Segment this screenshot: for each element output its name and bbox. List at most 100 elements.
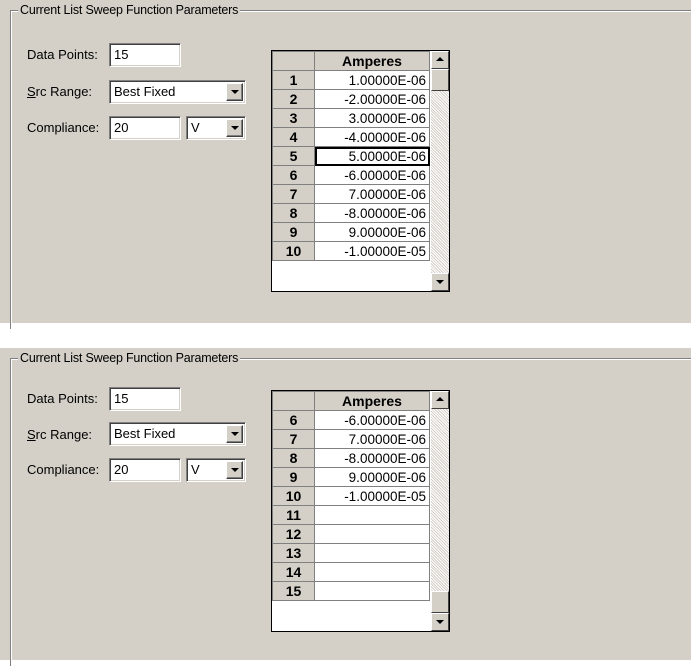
amperes-cell[interactable]: 7.00000E-06	[314, 184, 430, 204]
src-range-select[interactable]: Best Fixed	[109, 422, 246, 446]
amperes-table: Amperes 6 -6.00000E-06 7 7.00000E-06 8 -8.0…	[272, 391, 430, 601]
table-row[interactable]: 8 -8.00000E-06	[272, 448, 430, 468]
amperes-cell[interactable]	[314, 524, 430, 544]
row-header: 3	[272, 108, 315, 128]
amperes-cell[interactable]: -8.00000E-06	[314, 448, 430, 468]
data-points-input[interactable]: 15	[109, 387, 181, 411]
table-row[interactable]: 10 -1.00000E-05	[272, 241, 430, 261]
scroll-up-button[interactable]	[431, 391, 449, 409]
vertical-scrollbar[interactable]	[431, 391, 449, 631]
group-title: Current List Sweep Function Parameters	[18, 3, 241, 17]
data-points-label: Data Points:	[27, 391, 98, 406]
row-header: 10	[272, 486, 315, 506]
src-range-label: Src Range:	[27, 84, 93, 99]
amperes-cell[interactable]: 7.00000E-06	[314, 429, 430, 449]
row-header: 4	[272, 127, 315, 147]
table-row[interactable]: 7 7.00000E-06	[272, 184, 430, 204]
table-row[interactable]: 6 -6.00000E-06	[272, 410, 430, 430]
compliance-value: 20	[114, 120, 129, 135]
sweep-panel-top: Current List Sweep Function Parameters D…	[0, 0, 691, 329]
table-row[interactable]: 3 3.00000E-06	[272, 108, 430, 128]
row-header: 8	[272, 448, 315, 468]
amperes-cell[interactable]	[314, 581, 430, 601]
table-row[interactable]: 8 -8.00000E-06	[272, 203, 430, 223]
arrow-down-icon	[436, 620, 444, 624]
scroll-down-button[interactable]	[431, 273, 449, 291]
table-row[interactable]: 9 9.00000E-06	[272, 222, 430, 242]
compliance-label: Compliance:	[27, 120, 100, 135]
src-range-dropdown-button[interactable]	[226, 425, 243, 443]
table-row[interactable]: 2 -2.00000E-06	[272, 89, 430, 109]
table-row[interactable]: 7 7.00000E-06	[272, 429, 430, 449]
scrollbar-thumb[interactable]	[431, 591, 449, 613]
amperes-cell[interactable]: 3.00000E-06	[314, 108, 430, 128]
amperes-cell[interactable]: -4.00000E-06	[314, 127, 430, 147]
data-points-label: Data Points:	[27, 47, 98, 62]
amperes-column-header: Amperes	[314, 51, 430, 71]
amperes-cell[interactable]	[314, 543, 430, 563]
row-header: 10	[272, 241, 315, 261]
scroll-up-button[interactable]	[431, 51, 449, 69]
amperes-cell[interactable]	[314, 562, 430, 582]
table-row[interactable]: 4 -4.00000E-06	[272, 127, 430, 147]
table-row[interactable]: 11	[272, 505, 430, 525]
row-header: 1	[272, 70, 315, 90]
row-header: 6	[272, 410, 315, 430]
compliance-unit-dropdown-button[interactable]	[226, 119, 243, 137]
row-header: 9	[272, 467, 315, 487]
amperes-grid[interactable]: Amperes 1 1.00000E-06 2 -2.00000E-06 3 3.00…	[271, 50, 450, 292]
amperes-cell-selected[interactable]: 5.00000E-06	[314, 146, 430, 166]
amperes-cell[interactable]: 9.00000E-06	[314, 222, 430, 242]
amperes-cell[interactable]: -1.00000E-05	[314, 241, 430, 261]
src-range-value: Best Fixed	[114, 426, 176, 441]
group-title: Current List Sweep Function Parameters	[18, 351, 241, 365]
vertical-scrollbar[interactable]	[431, 51, 449, 291]
amperes-cell[interactable]: 9.00000E-06	[314, 467, 430, 487]
grid-corner	[272, 391, 315, 411]
amperes-table: Amperes 1 1.00000E-06 2 -2.00000E-06 3 3.00…	[272, 51, 430, 261]
table-row[interactable]: 9 9.00000E-06	[272, 467, 430, 487]
row-header: 2	[272, 89, 315, 109]
compliance-unit-select[interactable]: V	[186, 116, 246, 140]
table-row[interactable]: 15	[272, 581, 430, 601]
data-points-input[interactable]: 15	[109, 43, 181, 67]
compliance-input[interactable]: 20	[109, 116, 181, 140]
arrow-down-icon	[436, 280, 444, 284]
table-row[interactable]: 1 1.00000E-06	[272, 70, 430, 90]
row-header: 14	[272, 562, 315, 582]
amperes-cell[interactable]: -8.00000E-06	[314, 203, 430, 223]
table-row[interactable]: 6 -6.00000E-06	[272, 165, 430, 185]
amperes-cell[interactable]: -1.00000E-05	[314, 486, 430, 506]
compliance-unit-dropdown-button[interactable]	[226, 461, 243, 479]
sweep-panel-bottom: Current List Sweep Function Parameters D…	[0, 348, 691, 666]
scroll-down-button[interactable]	[431, 613, 449, 631]
scrollbar-thumb[interactable]	[431, 69, 449, 91]
row-header: 8	[272, 203, 315, 223]
amperes-grid[interactable]: Amperes 6 -6.00000E-06 7 7.00000E-06 8 -8.0…	[271, 390, 450, 632]
src-range-dropdown-button[interactable]	[226, 83, 243, 101]
src-range-select[interactable]: Best Fixed	[109, 80, 246, 104]
row-header: 12	[272, 524, 315, 544]
arrow-up-icon	[436, 397, 444, 401]
row-header: 6	[272, 165, 315, 185]
table-row[interactable]: 14	[272, 562, 430, 582]
table-row[interactable]: 12	[272, 524, 430, 544]
table-row[interactable]: 10 -1.00000E-05	[272, 486, 430, 506]
compliance-value: 20	[114, 462, 129, 477]
compliance-unit-select[interactable]: V	[186, 458, 246, 482]
chevron-down-icon	[231, 90, 239, 94]
row-header: 9	[272, 222, 315, 242]
grid-header-row: Amperes	[272, 51, 430, 71]
table-row[interactable]: 13	[272, 543, 430, 563]
table-row[interactable]: 5 5.00000E-06	[272, 146, 430, 166]
amperes-cell[interactable]: -6.00000E-06	[314, 165, 430, 185]
amperes-cell[interactable]	[314, 505, 430, 525]
amperes-cell[interactable]: -6.00000E-06	[314, 410, 430, 430]
row-header: 7	[272, 429, 315, 449]
compliance-input[interactable]: 20	[109, 458, 181, 482]
row-header: 15	[272, 581, 315, 601]
amperes-cell[interactable]: 1.00000E-06	[314, 70, 430, 90]
amperes-cell[interactable]: -2.00000E-06	[314, 89, 430, 109]
grid-header-row: Amperes	[272, 391, 430, 411]
row-header: 11	[272, 505, 315, 525]
